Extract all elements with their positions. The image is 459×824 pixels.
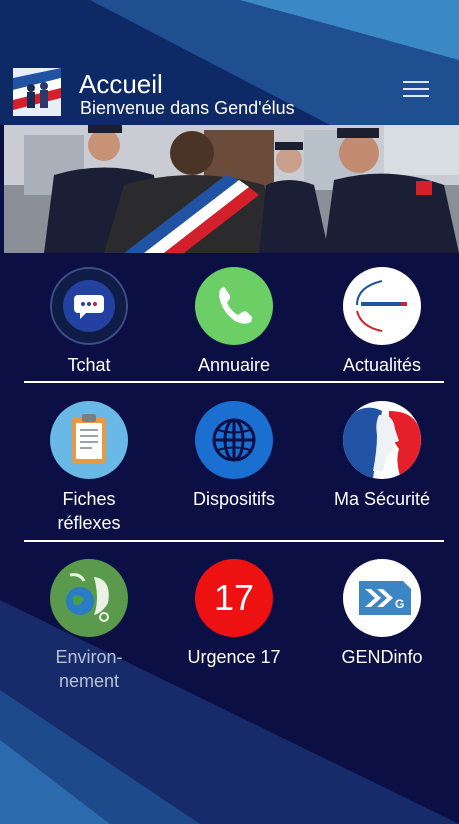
banner-image <box>4 125 459 253</box>
ma-securite-button[interactable]: Ma Sécurité <box>312 401 452 511</box>
urgence-17-label: Urgence 17 <box>187 647 281 667</box>
fiches-reflexes-button[interactable]: Fiches réflexes <box>19 401 159 535</box>
chat-icon <box>50 267 128 345</box>
gendinfo-label: GENDinfo <box>341 647 423 667</box>
environnement-label-line1: Environ- <box>55 647 123 667</box>
row-divider <box>24 381 444 383</box>
emergency-17-icon: 17 <box>195 559 273 637</box>
gendarmerie-logo-icon <box>343 267 421 345</box>
marianne-icon <box>343 401 421 479</box>
tchat-label: Tchat <box>67 355 111 375</box>
environnement-label-line2: nement <box>58 671 120 691</box>
gendinfo-letter: G <box>395 597 405 611</box>
fiches-label-line1: Fiches <box>62 489 116 509</box>
gend-elus-logo <box>13 68 61 116</box>
annuaire-button[interactable]: Annuaire <box>164 267 304 377</box>
environnement-button[interactable]: Environ- nement <box>19 559 159 693</box>
tchat-button[interactable]: Tchat <box>19 267 159 377</box>
environment-icon <box>50 559 128 637</box>
gendinfo-button[interactable]: G GENDinfo <box>312 559 452 669</box>
urgence-17-button[interactable]: 17 Urgence 17 <box>164 559 304 669</box>
fiches-label-line2: réflexes <box>57 513 121 533</box>
hamburger-menu-icon[interactable] <box>399 76 433 102</box>
annuaire-label: Annuaire <box>197 355 271 375</box>
globe-icon <box>195 401 273 479</box>
row-divider <box>24 540 444 542</box>
app-header: Accueil Bienvenue dans Gend'élus <box>0 0 459 125</box>
phone-icon <box>195 267 273 345</box>
fiches-reflexes-label: Fiches réflexes <box>19 487 159 535</box>
dispositifs-label: Dispositifs <box>192 489 276 509</box>
actualites-label: Actualités <box>342 355 422 375</box>
ma-securite-label: Ma Sécurité <box>333 489 431 509</box>
page-title: Accueil <box>79 69 163 99</box>
gendinfo-icon: G <box>343 559 421 637</box>
page-subtitle: Bienvenue dans Gend'élus <box>80 98 295 118</box>
clipboard-icon <box>50 401 128 479</box>
emergency-number: 17 <box>213 577 255 618</box>
banner-illustration <box>4 125 459 253</box>
actualites-button[interactable]: Actualités <box>312 267 452 377</box>
environnement-label: Environ- nement <box>19 645 159 693</box>
dispositifs-button[interactable]: Dispositifs <box>164 401 304 511</box>
